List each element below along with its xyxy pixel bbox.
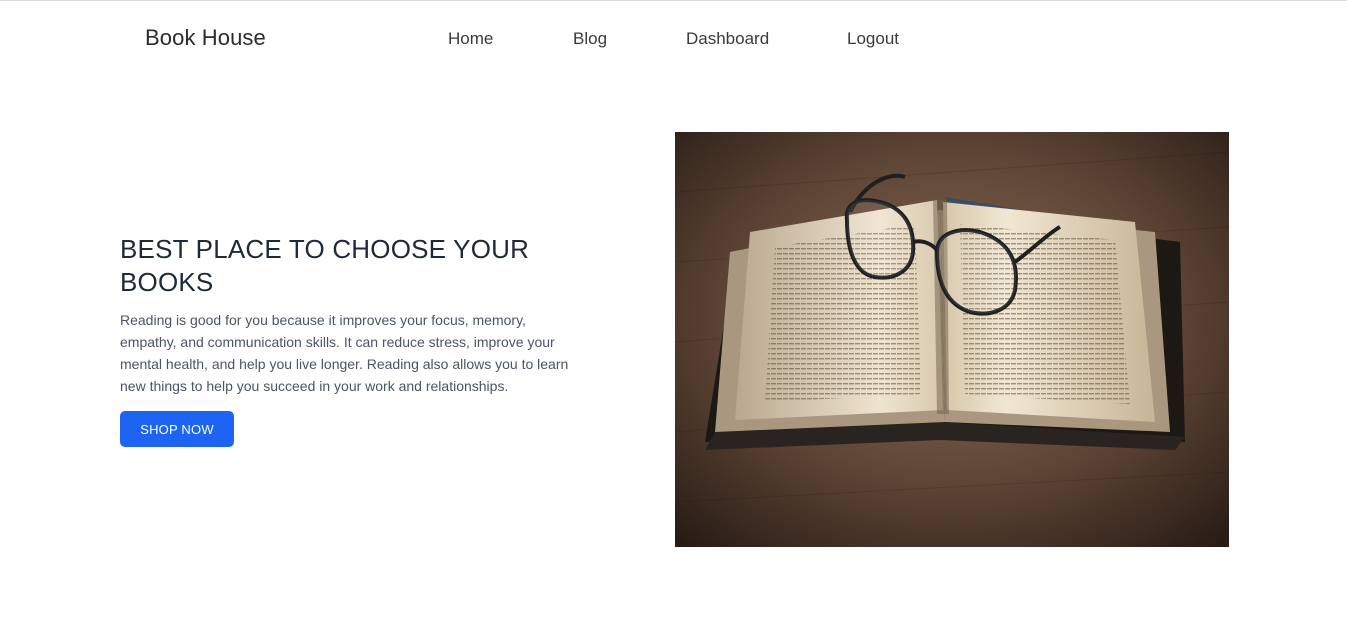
shop-now-button[interactable]: SHOP NOW bbox=[120, 411, 234, 447]
nav-link-home[interactable]: Home bbox=[448, 29, 493, 49]
hero-title: BEST PLACE TO CHOOSE YOUR BOOKS bbox=[120, 234, 530, 297]
hero-description: Reading is good for you because it impro… bbox=[120, 312, 569, 394]
nav-link-blog[interactable]: Blog bbox=[573, 29, 607, 49]
brand-logo-link[interactable]: Book House bbox=[145, 25, 266, 51]
nav-link-logout[interactable]: Logout bbox=[847, 29, 899, 49]
hero-image-book-glasses bbox=[675, 132, 1229, 547]
page: Book House Home Blog Dashboard Logout BE… bbox=[0, 0, 1347, 636]
hero-text-block: BEST PLACE TO CHOOSE YOUR BOOKS Reading … bbox=[120, 233, 590, 397]
navbar: Book House Home Blog Dashboard Logout bbox=[0, 1, 1347, 77]
nav-link-dashboard[interactable]: Dashboard bbox=[686, 29, 769, 49]
